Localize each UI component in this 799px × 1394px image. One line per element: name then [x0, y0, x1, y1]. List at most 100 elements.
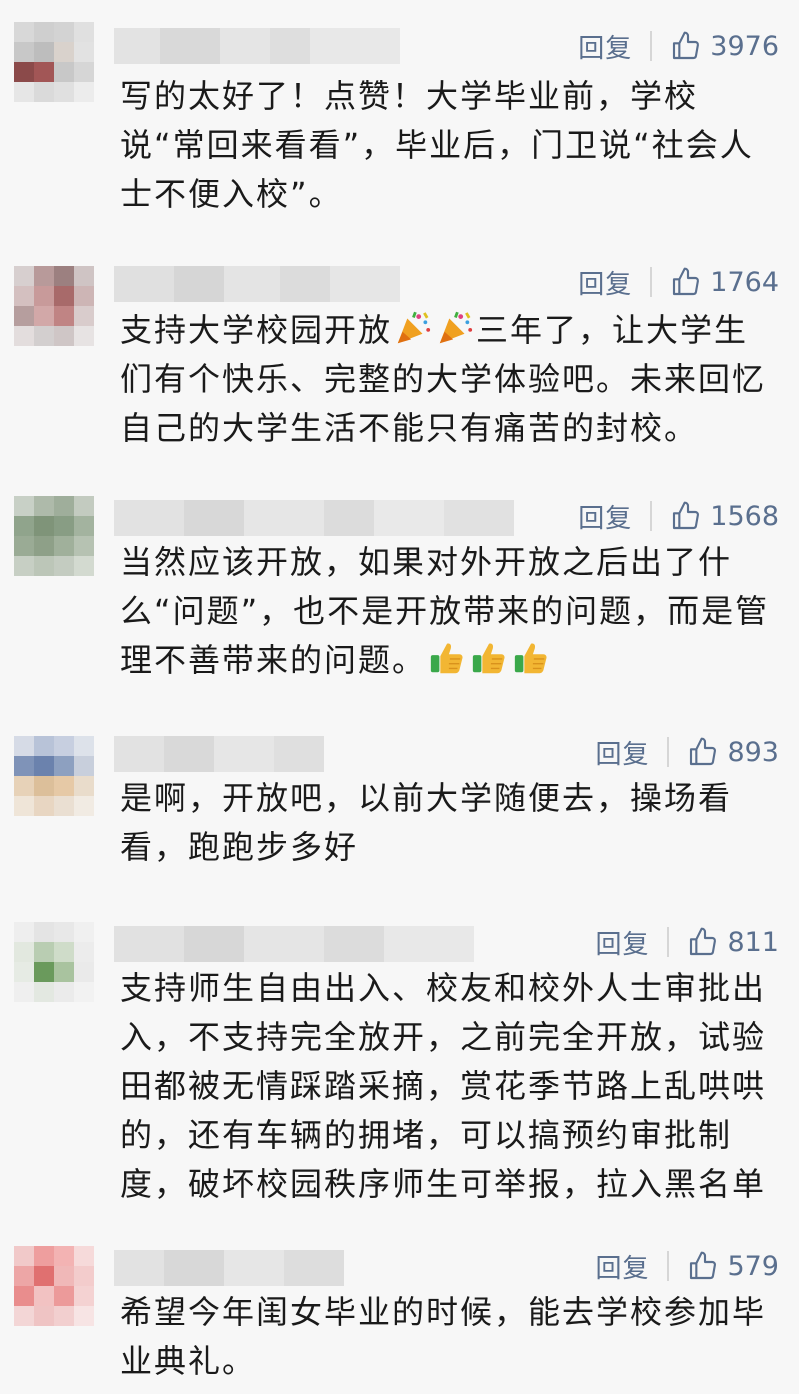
comment-actions: 回复 579	[595, 1246, 779, 1286]
avatar-pixel	[74, 1246, 94, 1266]
avatar-pixel	[34, 82, 54, 102]
divider	[667, 927, 670, 957]
avatar[interactable]	[14, 266, 94, 346]
avatar[interactable]	[14, 496, 94, 576]
avatar-pixel	[54, 756, 74, 776]
avatar-pixel	[14, 42, 34, 62]
avatar-pixel	[54, 1246, 74, 1266]
avatar-pixel	[74, 42, 94, 62]
avatar-pixel	[54, 1266, 74, 1286]
avatar-pixel	[54, 736, 74, 756]
comment-text: 当然应该开放，如果对外开放之后出了什么“问题”，也不是开放带来的问题，而是管理不…	[120, 538, 780, 685]
reply-button[interactable]: 回复	[578, 28, 632, 65]
username-blurred[interactable]	[114, 736, 324, 772]
avatar-pixel	[34, 1306, 54, 1326]
divider	[650, 31, 653, 61]
reply-button[interactable]: 回复	[595, 1248, 649, 1285]
username-blurred[interactable]	[114, 28, 400, 64]
avatar-pixel	[14, 922, 34, 942]
avatar-pixel	[74, 756, 94, 776]
thumbs-up-icon	[690, 1251, 717, 1280]
avatar-pixel	[74, 796, 94, 816]
comment-text: 写的太好了！点赞！大学毕业前，学校说“常回来看看”，毕业后，门卫说“社会人士不便…	[120, 77, 754, 213]
avatar[interactable]	[14, 22, 94, 102]
like-button[interactable]: 893	[687, 736, 779, 768]
avatar-pixel	[34, 536, 54, 556]
avatar-pixel	[14, 496, 34, 516]
username-blurred[interactable]	[114, 926, 474, 962]
comment-actions: 回复 811	[595, 922, 779, 962]
avatar[interactable]	[14, 1246, 94, 1326]
reply-button[interactable]: 回复	[578, 498, 632, 535]
avatar-pixel	[14, 556, 34, 576]
like-button[interactable]: 3976	[670, 30, 779, 62]
avatar-pixel	[14, 982, 34, 1002]
avatar-pixel	[54, 42, 74, 62]
avatar-pixel	[34, 62, 54, 82]
avatar-pixel	[34, 306, 54, 326]
avatar-pixel	[54, 982, 74, 1002]
like-count: 579	[727, 1250, 779, 1282]
like-button[interactable]: 1568	[670, 500, 779, 532]
avatar-pixel	[14, 962, 34, 982]
comment-actions: 回复 3976	[578, 26, 779, 66]
avatar-pixel	[74, 1306, 94, 1326]
party-popper-emoji	[439, 311, 473, 344]
avatar-pixel	[14, 776, 34, 796]
like-button[interactable]: 579	[687, 1250, 779, 1282]
like-button[interactable]: 811	[687, 926, 779, 958]
avatar-pixel	[34, 516, 54, 536]
username-blurred[interactable]	[114, 1250, 344, 1286]
avatar-pixel	[14, 1286, 34, 1306]
thumbs-up-icon	[690, 737, 717, 766]
divider	[667, 1251, 670, 1281]
avatar-pixel	[54, 536, 74, 556]
avatar-pixel	[54, 776, 74, 796]
avatar-pixel	[54, 496, 74, 516]
username-blurred[interactable]	[114, 266, 400, 302]
reply-button[interactable]: 回复	[578, 264, 632, 301]
avatar[interactable]	[14, 922, 94, 1002]
avatar-pixel	[74, 62, 94, 82]
like-count: 3976	[710, 30, 779, 62]
avatar-pixel	[34, 922, 54, 942]
avatar-pixel	[54, 286, 74, 306]
divider	[667, 737, 670, 767]
avatar-pixel	[14, 82, 34, 102]
avatar-pixel	[74, 286, 94, 306]
avatar-pixel	[54, 62, 74, 82]
thumbs-up-emoji	[514, 643, 547, 674]
avatar-pixel	[74, 942, 94, 962]
avatar-pixel	[14, 736, 34, 756]
avatar-pixel	[74, 736, 94, 756]
avatar-pixel	[74, 496, 94, 516]
avatar[interactable]	[14, 736, 94, 816]
avatar-pixel	[74, 1286, 94, 1306]
divider	[650, 501, 653, 531]
avatar-pixel	[14, 756, 34, 776]
avatar-pixel	[34, 22, 54, 42]
avatar-pixel	[14, 22, 34, 42]
comment-text-part: 支持大学校园开放	[120, 311, 393, 349]
reply-button[interactable]: 回复	[595, 924, 649, 961]
reply-button[interactable]: 回复	[595, 734, 649, 771]
avatar-pixel	[14, 516, 34, 536]
avatar-pixel	[34, 942, 54, 962]
username-blurred[interactable]	[114, 500, 514, 536]
like-button[interactable]: 1764	[670, 266, 779, 298]
avatar-pixel	[14, 796, 34, 816]
avatar-pixel	[14, 1306, 34, 1326]
avatar-pixel	[74, 22, 94, 42]
avatar-pixel	[74, 516, 94, 536]
thumbs-up-emoji	[472, 643, 505, 674]
avatar-pixel	[54, 22, 74, 42]
avatar-pixel	[74, 556, 94, 576]
avatar-pixel	[34, 776, 54, 796]
avatar-pixel	[74, 982, 94, 1002]
avatar-pixel	[14, 942, 34, 962]
avatar-pixel	[54, 1306, 74, 1326]
avatar-pixel	[34, 962, 54, 982]
avatar-pixel	[34, 982, 54, 1002]
avatar-pixel	[34, 756, 54, 776]
avatar-pixel	[14, 1266, 34, 1286]
